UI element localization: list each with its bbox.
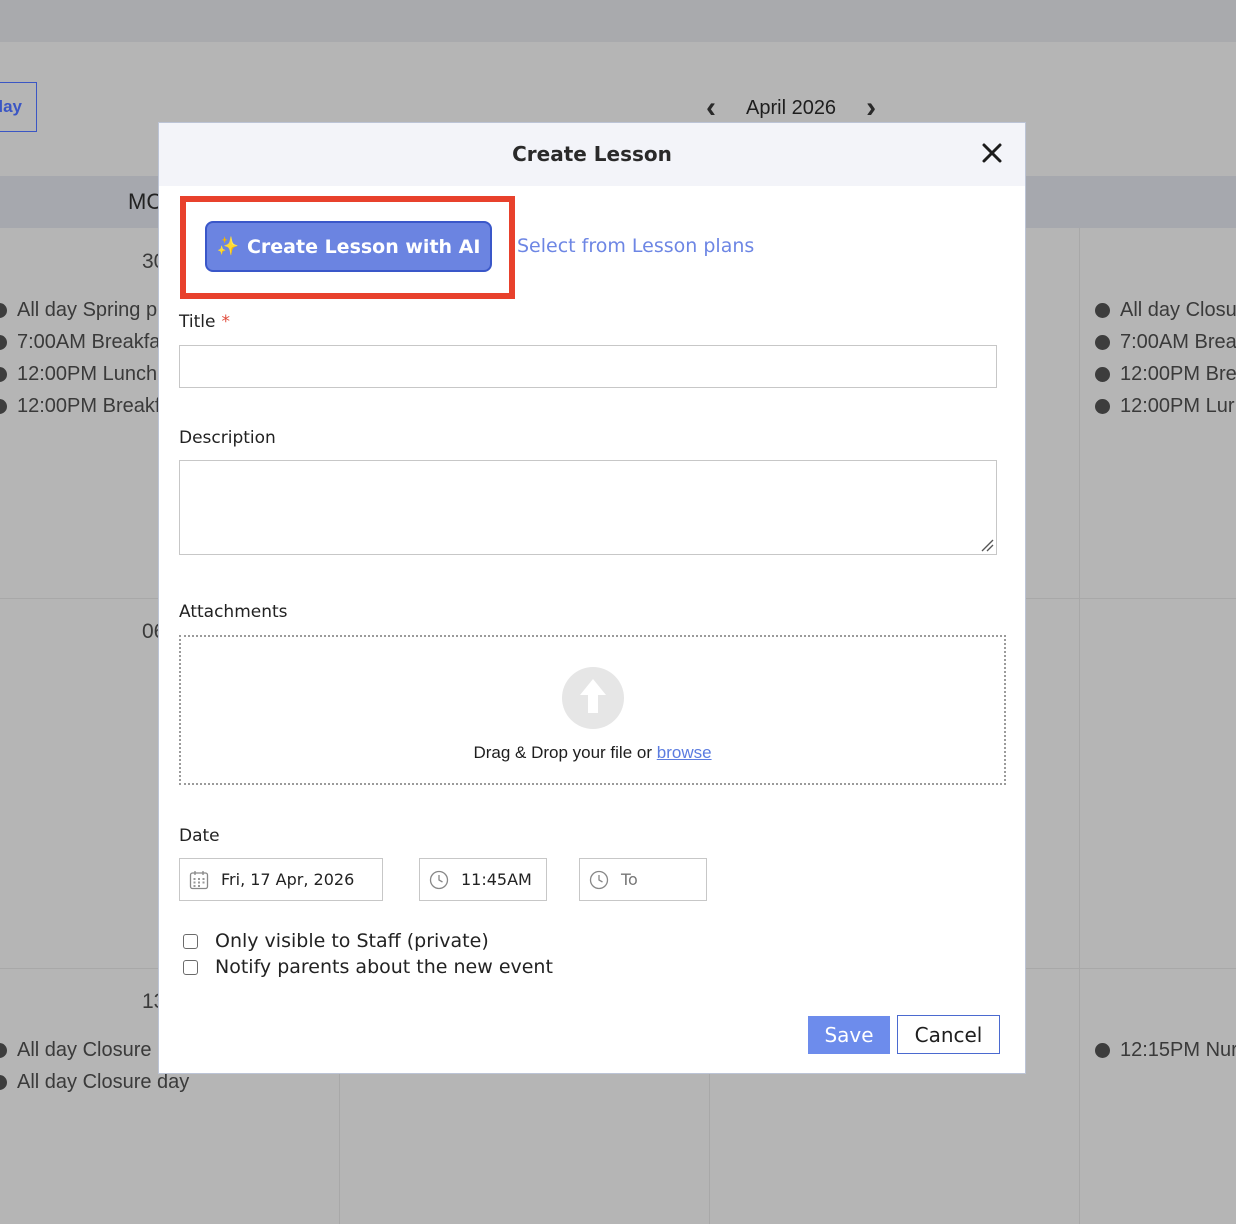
- title-input[interactable]: [179, 345, 997, 388]
- calendar-event[interactable]: All day Closure: [0, 1039, 152, 1062]
- event-dot-icon: [0, 303, 7, 318]
- description-label: Description: [179, 428, 276, 448]
- calendar-event[interactable]: 12:00PM Breakfa: [0, 395, 172, 418]
- upload-icon: [562, 667, 624, 729]
- event-dot-icon: [1095, 303, 1110, 318]
- end-time-picker[interactable]: To: [579, 858, 707, 901]
- clock-icon: [429, 870, 449, 889]
- select-lesson-plans-link[interactable]: Select from Lesson plans: [517, 235, 754, 257]
- top-bar: [0, 0, 1236, 42]
- dropzone-text: Drag & Drop your file or browse: [181, 743, 1004, 763]
- end-time-placeholder: To: [621, 870, 638, 889]
- event-label: 12:00PM Bre: [1120, 363, 1236, 385]
- chevron-right-icon[interactable]: ›: [860, 93, 882, 123]
- date-label: Date: [179, 826, 220, 846]
- event-label: 7:00AM Brea: [1120, 331, 1236, 353]
- private-checkbox[interactable]: [183, 933, 198, 949]
- calendar-event[interactable]: 12:00PM Lunch: [0, 363, 157, 386]
- calendar-event[interactable]: All day Closure day: [0, 1071, 189, 1094]
- event-label: All day Closu: [1120, 299, 1236, 321]
- ai-button-label: Create Lesson with AI: [246, 235, 481, 258]
- calendar-event[interactable]: 12:15PM Nur: [1095, 1039, 1236, 1062]
- save-button[interactable]: Save: [808, 1016, 890, 1054]
- month-navigation: ‹ April 2026 ›: [700, 92, 882, 124]
- notify-parents-checkbox-row[interactable]: Notify parents about the new event: [183, 956, 553, 978]
- description-textarea[interactable]: [179, 460, 997, 555]
- event-dot-icon: [1095, 1043, 1110, 1058]
- resize-handle-icon[interactable]: [980, 538, 994, 552]
- attachments-label: Attachments: [179, 602, 288, 622]
- event-dot-icon: [0, 367, 7, 382]
- close-icon[interactable]: [979, 140, 1005, 166]
- browse-link[interactable]: browse: [657, 743, 712, 762]
- event-label: All day Spring pa: [17, 299, 169, 321]
- create-lesson-with-ai-button[interactable]: ✨ Create Lesson with AI: [205, 221, 492, 272]
- date-picker[interactable]: Fri, 17 Apr, 2026: [179, 858, 383, 901]
- calendar-event[interactable]: All day Closu: [1095, 299, 1236, 322]
- title-label: Title *: [179, 312, 230, 332]
- event-label: 12:15PM Nur: [1120, 1039, 1236, 1061]
- start-time-picker[interactable]: 11:45AM: [419, 858, 547, 901]
- title-label-text: Title: [179, 312, 216, 332]
- event-label: 12:00PM Lur: [1120, 395, 1235, 417]
- private-checkbox-row[interactable]: Only visible to Staff (private): [183, 930, 489, 952]
- clock-icon: [589, 870, 609, 889]
- sparkle-icon: ✨: [216, 236, 239, 257]
- file-dropzone[interactable]: Drag & Drop your file or browse: [179, 635, 1006, 785]
- notify-parents-checkbox[interactable]: [183, 959, 198, 975]
- cancel-button[interactable]: Cancel: [897, 1015, 1000, 1054]
- dropzone-instruction: Drag & Drop your file or: [473, 743, 653, 762]
- event-label: All day Closure: [17, 1039, 152, 1061]
- chevron-left-icon[interactable]: ‹: [700, 93, 722, 123]
- create-lesson-dialog: Create Lesson ✨ Create Lesson with AI Se…: [158, 122, 1026, 1074]
- notify-parents-checkbox-label: Notify parents about the new event: [215, 956, 553, 978]
- event-dot-icon: [0, 1043, 7, 1058]
- event-dot-icon: [1095, 335, 1110, 350]
- date-value: Fri, 17 Apr, 2026: [221, 870, 355, 889]
- event-dot-icon: [0, 399, 7, 414]
- calendar-event[interactable]: 7:00AM Breakfas: [0, 331, 170, 354]
- today-button[interactable]: lay: [0, 82, 37, 132]
- calendar-event[interactable]: 12:00PM Bre: [1095, 363, 1236, 386]
- calendar-event[interactable]: All day Spring pa: [0, 299, 168, 322]
- calendar-icon: [189, 870, 209, 889]
- private-checkbox-label: Only visible to Staff (private): [215, 930, 489, 952]
- calendar-event[interactable]: 7:00AM Brea: [1095, 331, 1236, 354]
- month-label: April 2026: [746, 96, 837, 119]
- event-dot-icon: [1095, 367, 1110, 382]
- calendar-event[interactable]: 12:00PM Lur: [1095, 395, 1235, 418]
- event-dot-icon: [0, 1075, 7, 1090]
- event-dot-icon: [0, 335, 7, 350]
- dialog-title: Create Lesson: [512, 142, 672, 166]
- event-label: 12:00PM Lunch: [17, 363, 158, 385]
- required-mark: *: [221, 312, 230, 332]
- start-time-value: 11:45AM: [461, 870, 532, 889]
- event-label: All day Closure day: [17, 1071, 190, 1093]
- event-label: 7:00AM Breakfas: [17, 331, 171, 353]
- dialog-header: Create Lesson: [159, 123, 1025, 186]
- event-dot-icon: [1095, 399, 1110, 414]
- event-label: 12:00PM Breakfa: [17, 395, 172, 417]
- grid-divider: [1079, 228, 1080, 1224]
